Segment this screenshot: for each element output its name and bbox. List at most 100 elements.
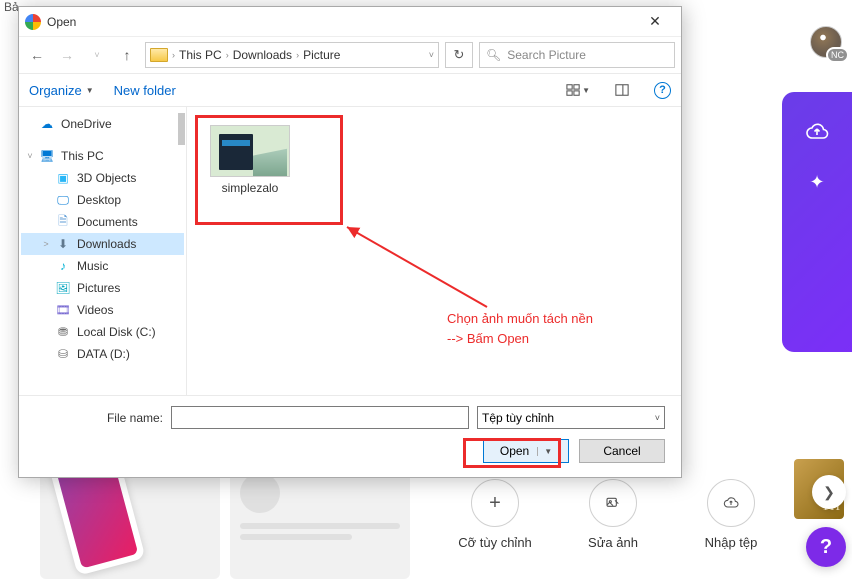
dialog-toolbar: Organize ▼ New folder ▼ ?	[19, 73, 681, 107]
folder-icon	[150, 48, 168, 62]
chevron-down-icon[interactable]: ˅	[429, 50, 434, 60]
cloud-upload-icon[interactable]	[805, 120, 829, 144]
tree-label: Local Disk (C:)	[77, 325, 156, 339]
nav-history-dropdown[interactable]: ˅	[85, 43, 109, 67]
plus-icon: +	[471, 479, 519, 527]
nav-up-button[interactable]: ↑	[115, 43, 139, 67]
filename-input[interactable]	[171, 406, 469, 429]
chevron-down-icon[interactable]: ▼	[537, 447, 552, 456]
tree-item-videos[interactable]: 🎞 Videos	[21, 299, 184, 321]
breadcrumb-item[interactable]: This PC	[179, 48, 222, 62]
videos-icon: 🎞	[55, 302, 71, 318]
avatar[interactable]: NC	[810, 26, 842, 58]
help-button[interactable]: ?	[806, 527, 846, 567]
annotation-line: --> Bấm Open	[447, 329, 593, 349]
music-icon: ♪	[55, 258, 71, 274]
file-open-dialog: Open ✕ ← → ˅ ↑ › This PC › Downloads › P…	[18, 6, 682, 478]
nav-forward-button[interactable]: →	[55, 43, 79, 67]
chevron-right-icon: ›	[172, 50, 175, 60]
tree-item-localdisk-c[interactable]: ⛃ Local Disk (C:)	[21, 321, 184, 343]
tree-item-thispc[interactable]: ˅ 🖥 This PC	[21, 145, 184, 167]
folder-tree[interactable]: ☁ OneDrive ˅ 🖥 This PC ▣ 3D Objects 🖵 De…	[19, 107, 187, 395]
tree-item-data-d[interactable]: ⛁ DATA (D:)	[21, 343, 184, 365]
tree-label: This PC	[61, 149, 104, 163]
search-box[interactable]: 🔍︎	[479, 42, 675, 68]
breadcrumb-item[interactable]: Downloads	[233, 48, 292, 62]
breadcrumb-item[interactable]: Picture	[303, 48, 340, 62]
expand-toggle[interactable]: ˃	[41, 239, 51, 249]
refresh-button[interactable]: ↻	[445, 42, 473, 68]
cancel-label: Cancel	[603, 444, 640, 458]
side-gradient-panel: ✦	[782, 92, 852, 352]
drive-icon: ⛁	[55, 346, 71, 362]
file-thumbnail	[210, 125, 290, 177]
desktop-icon: 🖵	[55, 192, 71, 208]
pc-icon: 🖥	[39, 148, 55, 164]
tree-label: OneDrive	[61, 117, 112, 131]
cancel-button[interactable]: Cancel	[579, 439, 665, 463]
chevron-down-icon: ▼	[86, 86, 94, 95]
next-button[interactable]: ❯	[812, 475, 846, 509]
tree-item-desktop[interactable]: 🖵 Desktop	[21, 189, 184, 211]
tree-item-documents[interactable]: 🗎 Documents	[21, 211, 184, 233]
custom-size-button[interactable]: + Cỡ tùy chỉnh	[450, 479, 540, 579]
chevron-right-icon: ›	[226, 50, 229, 60]
tree-label: DATA (D:)	[77, 347, 130, 361]
file-item[interactable]: simplezalo	[205, 125, 295, 195]
new-folder-button[interactable]: New folder	[114, 83, 176, 98]
tree-label: Documents	[77, 215, 138, 229]
drive-icon: ⛃	[55, 324, 71, 340]
scrollbar-thumb[interactable]	[178, 113, 185, 145]
search-icon: 🔍︎	[486, 48, 501, 62]
tree-label: Desktop	[77, 193, 121, 207]
close-button[interactable]: ✕	[635, 8, 675, 36]
filename-row: File name: Tệp tùy chỉnh ˅	[35, 406, 665, 429]
edit-photo-label: Sửa ảnh	[588, 535, 638, 550]
tree-label: Videos	[77, 303, 113, 317]
custom-size-label: Cỡ tùy chỉnh	[458, 535, 532, 550]
organize-menu[interactable]: Organize ▼	[29, 83, 94, 98]
chevron-down-icon: ˅	[655, 413, 660, 423]
cloud-icon	[707, 479, 755, 527]
chrome-icon	[25, 14, 41, 30]
pictures-icon: 🖼	[55, 280, 71, 296]
file-list-area[interactable]: simplezalo Chọn ảnh muốn tách nền --> Bấ…	[187, 107, 681, 395]
annotation-arrow	[337, 217, 497, 317]
document-icon: 🗎	[55, 214, 71, 230]
sparkle-icon[interactable]: ✦	[809, 172, 824, 193]
help-icon[interactable]: ?	[654, 82, 671, 99]
open-button[interactable]: Open ▼	[483, 439, 569, 463]
tree-label: Music	[77, 259, 108, 273]
onedrive-icon: ☁	[39, 116, 55, 132]
filter-label: Tệp tùy chỉnh	[482, 411, 554, 425]
import-file-button[interactable]: Nhập tệp	[686, 479, 776, 579]
tree-item-pictures[interactable]: 🖼 Pictures	[21, 277, 184, 299]
organize-label: Organize	[29, 83, 82, 98]
downloads-icon: ⬇	[55, 236, 71, 252]
dialog-title: Open	[47, 15, 635, 29]
buttons-row: Open ▼ Cancel	[35, 439, 665, 463]
preview-pane-button[interactable]	[610, 78, 634, 102]
filename-label: File name:	[35, 411, 163, 425]
tree-item-3dobjects[interactable]: ▣ 3D Objects	[21, 167, 184, 189]
create-options-row: + Cỡ tùy chỉnh Sửa ảnh Nhập tệp	[440, 479, 852, 579]
cube-icon: ▣	[55, 170, 71, 186]
address-bar[interactable]: › This PC › Downloads › Picture ˅	[145, 42, 439, 68]
edit-photo-icon	[589, 479, 637, 527]
import-file-label: Nhập tệp	[705, 535, 758, 550]
expand-toggle[interactable]: ˅	[25, 151, 35, 161]
file-type-filter[interactable]: Tệp tùy chỉnh ˅	[477, 406, 665, 429]
nav-back-button[interactable]: ←	[25, 43, 49, 67]
file-name: simplezalo	[222, 181, 279, 195]
search-input[interactable]	[507, 48, 668, 62]
view-mode-button[interactable]: ▼	[566, 78, 590, 102]
tree-item-downloads[interactable]: ˃ ⬇ Downloads	[21, 233, 184, 255]
annotation-text: Chọn ảnh muốn tách nền --> Bấm Open	[447, 309, 593, 348]
annotation-line: Chọn ảnh muốn tách nền	[447, 309, 593, 329]
dialog-titlebar: Open ✕	[19, 7, 681, 37]
chevron-right-icon: ›	[296, 50, 299, 60]
tree-item-onedrive[interactable]: ☁ OneDrive	[21, 113, 184, 135]
tree-item-music[interactable]: ♪ Music	[21, 255, 184, 277]
edit-photo-button[interactable]: Sửa ảnh	[568, 479, 658, 579]
tree-label: 3D Objects	[77, 171, 136, 185]
